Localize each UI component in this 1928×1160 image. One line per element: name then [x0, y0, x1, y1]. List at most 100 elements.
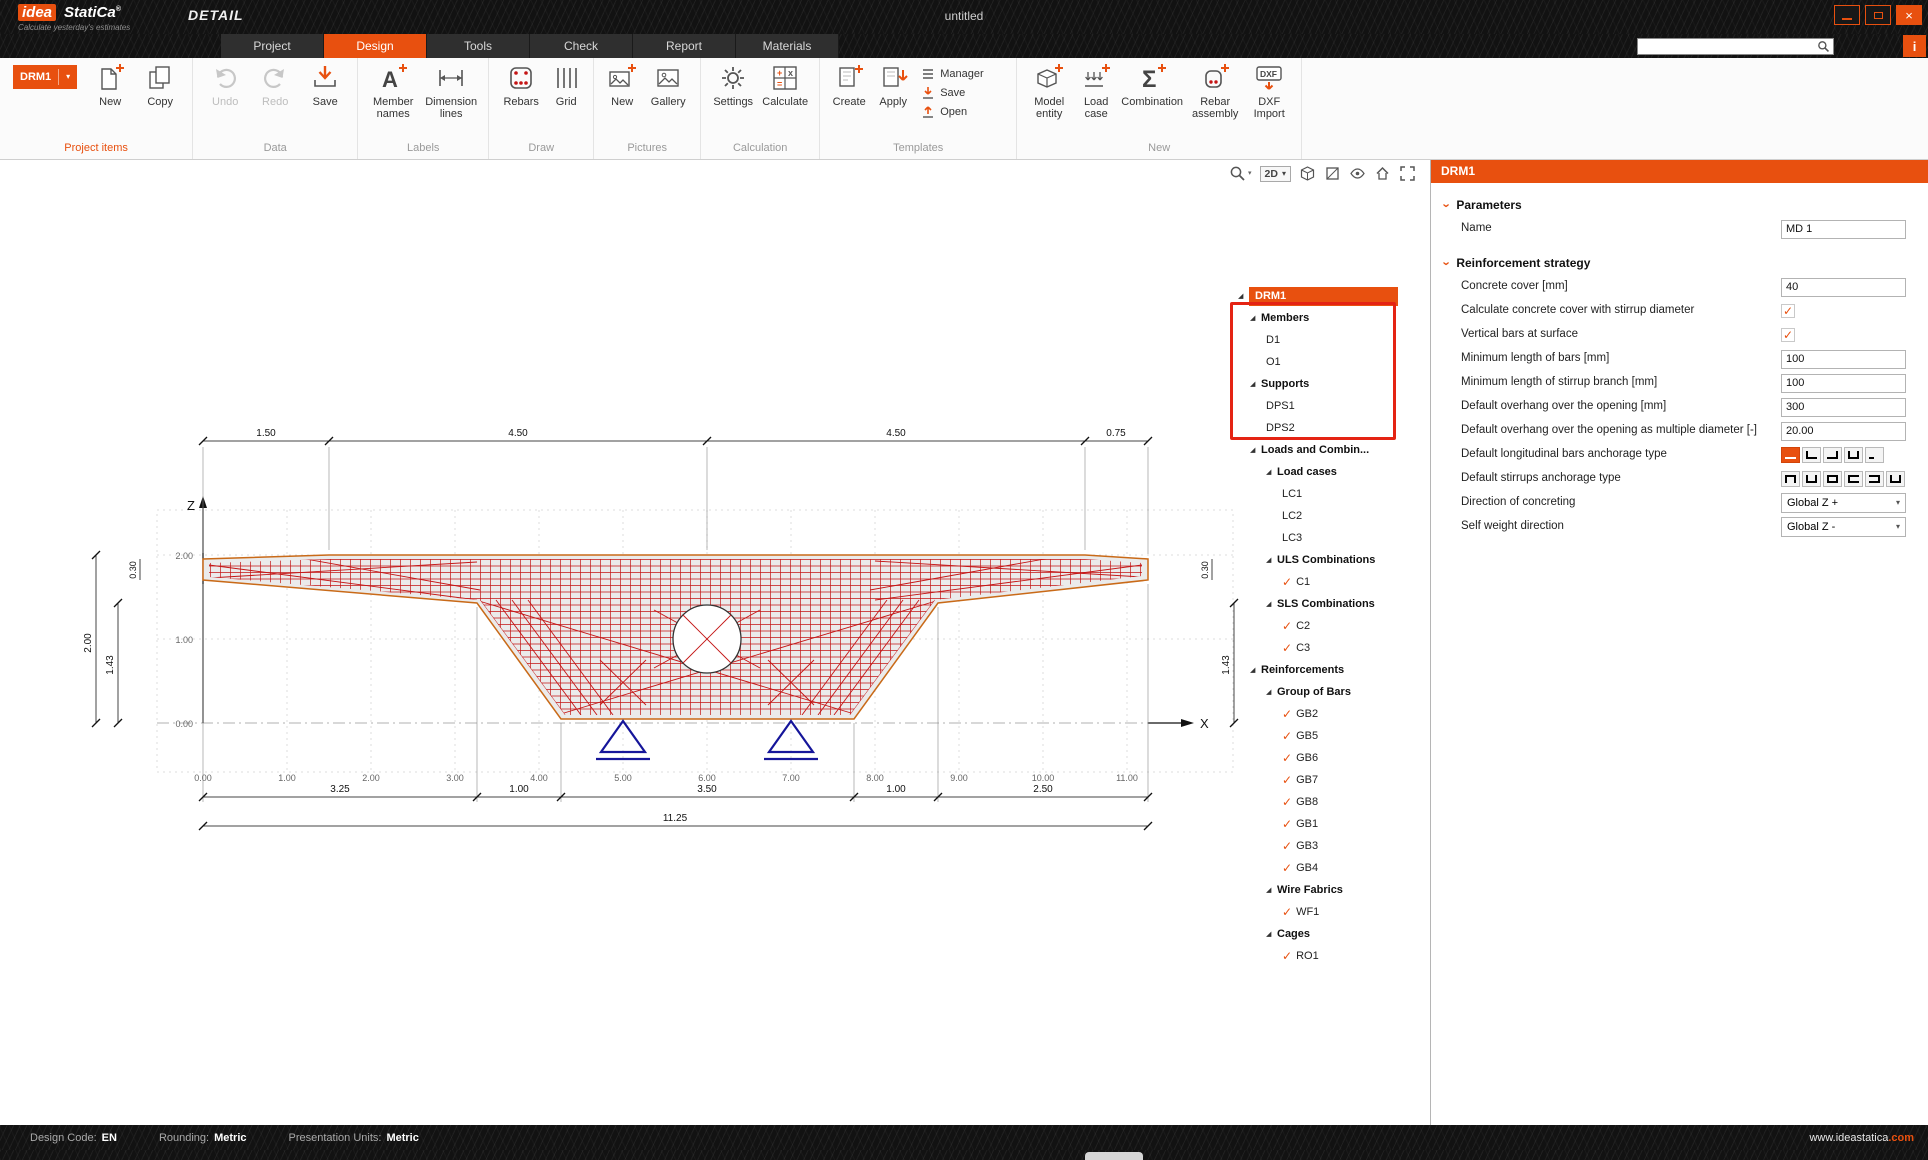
create-template-button[interactable]: Create	[827, 60, 871, 108]
stirrup-open-bottom-button[interactable]	[1802, 471, 1821, 487]
fit-view-button[interactable]	[1374, 165, 1391, 182]
tree-item[interactable]: ✓ GB5	[1238, 725, 1398, 747]
rebars-button[interactable]: Rebars	[496, 60, 546, 108]
website-link[interactable]: www.ideastatica.com	[1809, 1132, 1928, 1144]
checkbox-checked-icon[interactable]: ✓	[1282, 818, 1292, 830]
tree-item[interactable]: ✓ GB4	[1238, 857, 1398, 879]
tree-item[interactable]: ✓ GB3	[1238, 835, 1398, 857]
tab[interactable]: Report	[633, 34, 736, 58]
checkbox-checked-icon[interactable]: ✓	[1282, 576, 1292, 588]
direction-of-concreting-select[interactable]: Global Z + ▾	[1781, 493, 1906, 513]
tree-item[interactable]: ✓ C1	[1238, 571, 1398, 593]
tree-item[interactable]: ◢ Loads and Combin...	[1238, 439, 1398, 461]
maximize-button[interactable]	[1865, 5, 1891, 25]
redo-button[interactable]: Redo	[250, 60, 300, 108]
minimize-button[interactable]	[1834, 5, 1860, 25]
stirrup-open-right-button[interactable]	[1844, 471, 1863, 487]
expand-arrow-icon[interactable]: ◢	[1266, 468, 1277, 476]
checkbox-checked-icon[interactable]: ✓	[1282, 796, 1292, 808]
checkbox-checked-icon[interactable]: ✓	[1282, 752, 1292, 764]
overhang-multiple-field[interactable]	[1781, 422, 1906, 441]
checkbox-checked-icon[interactable]: ✓	[1282, 840, 1292, 852]
search-box[interactable]	[1637, 38, 1834, 55]
tree-item[interactable]: ✓ GB2	[1238, 703, 1398, 725]
dimension-lines-button[interactable]: Dimension lines	[421, 60, 481, 121]
anchorage-straight-button[interactable]	[1781, 447, 1800, 463]
min-length-stirrup-field[interactable]	[1781, 374, 1906, 393]
template-manager-button[interactable]: Manager	[921, 67, 1009, 81]
close-button[interactable]: ×	[1896, 5, 1922, 25]
new-picture-button[interactable]: New	[601, 60, 643, 108]
tree-item[interactable]: DPS1	[1238, 395, 1398, 417]
tree-item[interactable]: ◢ Wire Fabrics	[1238, 879, 1398, 901]
name-field[interactable]	[1781, 220, 1906, 239]
rebar-assembly-button[interactable]: Rebar assembly	[1186, 60, 1244, 121]
checkbox-checked-icon[interactable]: ✓	[1282, 642, 1292, 654]
tree-item[interactable]: ✓ GB1	[1238, 813, 1398, 835]
checkbox-checked-icon[interactable]: ✓	[1282, 774, 1292, 786]
checkbox-checked-icon[interactable]: ✓	[1282, 906, 1292, 918]
tab[interactable]: Tools	[427, 34, 530, 58]
copy-project-item-button[interactable]: Copy	[135, 60, 185, 108]
tree-item[interactable]: DPS2	[1238, 417, 1398, 439]
gallery-button[interactable]: Gallery	[643, 60, 693, 108]
tree-item[interactable]: ✓ GB6	[1238, 747, 1398, 769]
view-2d-dropdown[interactable]: 2D ▾	[1260, 166, 1291, 182]
expand-arrow-icon[interactable]: ◢	[1238, 292, 1249, 300]
front-view-button[interactable]	[1324, 165, 1341, 182]
checkbox-checked-icon[interactable]: ✓	[1282, 708, 1292, 720]
tab[interactable]: Project	[221, 34, 324, 58]
visibility-button[interactable]	[1349, 165, 1366, 182]
overhang-field[interactable]	[1781, 398, 1906, 417]
self-weight-direction-select[interactable]: Global Z - ▾	[1781, 517, 1906, 537]
tree-item[interactable]: ✓ GB8	[1238, 791, 1398, 813]
tree-item[interactable]: ◢ SLS Combinations	[1238, 593, 1398, 615]
stirrup-closed-button[interactable]	[1823, 471, 1842, 487]
info-button[interactable]: i	[1903, 35, 1926, 57]
tree-item[interactable]: ◢ ULS Combinations	[1238, 549, 1398, 571]
expand-arrow-icon[interactable]: ◢	[1266, 886, 1277, 894]
checkbox-checked-icon[interactable]: ✓	[1282, 950, 1292, 962]
active-item-dropdown[interactable]: DRM1 ▾	[13, 65, 77, 89]
tree-item[interactable]: ◢ Group of Bars	[1238, 681, 1398, 703]
dxf-import-button[interactable]: DXF DXF Import	[1244, 60, 1294, 121]
expand-arrow-icon[interactable]: ◢	[1266, 930, 1277, 938]
undo-button[interactable]: Undo	[200, 60, 250, 108]
tree-item[interactable]: ◢ Load cases	[1238, 461, 1398, 483]
new-project-item-button[interactable]: New	[85, 60, 135, 108]
tree-item[interactable]: ✓ WF1	[1238, 901, 1398, 923]
chevron-down-icon[interactable]: ›	[1440, 203, 1455, 207]
stirrup-open-top-button[interactable]	[1781, 471, 1800, 487]
checkbox-checked-icon[interactable]: ✓	[1282, 730, 1292, 742]
anchorage-hook-end-button[interactable]	[1823, 447, 1842, 463]
tab[interactable]: Materials	[736, 34, 839, 58]
tree-item[interactable]: ◢ Reinforcements	[1238, 659, 1398, 681]
tab[interactable]: Check	[530, 34, 633, 58]
vertical-bars-checkbox[interactable]: ✓	[1781, 328, 1795, 342]
expand-arrow-icon[interactable]: ◢	[1266, 688, 1277, 696]
expand-arrow-icon[interactable]: ◢	[1266, 600, 1277, 608]
tree-item[interactable]: ✓ RO1	[1238, 945, 1398, 967]
combination-button[interactable]: Σ Combination	[1118, 60, 1186, 108]
tree-item[interactable]: ◢ Cages	[1238, 923, 1398, 945]
expand-arrow-icon[interactable]: ◢	[1250, 446, 1261, 454]
tree-item[interactable]: LC2	[1238, 505, 1398, 527]
load-case-button[interactable]: Load case	[1074, 60, 1118, 121]
fullscreen-button[interactable]	[1399, 165, 1416, 182]
grid-button[interactable]: Grid	[546, 60, 586, 108]
tree-item[interactable]: ✓ C2	[1238, 615, 1398, 637]
tree-item[interactable]: ◢ Supports	[1238, 373, 1398, 395]
chevron-down-icon[interactable]: ›	[1440, 261, 1455, 265]
tree-item[interactable]: LC3	[1238, 527, 1398, 549]
tree-item[interactable]: LC1	[1238, 483, 1398, 505]
template-open-button[interactable]: Open	[921, 105, 1009, 119]
search-input[interactable]	[1638, 40, 1817, 53]
checkbox-checked-icon[interactable]: ✓	[1282, 862, 1292, 874]
apply-template-button[interactable]: Apply	[871, 60, 915, 108]
expand-arrow-icon[interactable]: ◢	[1250, 666, 1261, 674]
expand-arrow-icon[interactable]: ◢	[1266, 556, 1277, 564]
anchorage-hooks-both-button[interactable]	[1844, 447, 1863, 463]
tree-item[interactable]: ✓ C3	[1238, 637, 1398, 659]
min-length-bars-field[interactable]	[1781, 350, 1906, 369]
anchorage-short-button[interactable]	[1865, 447, 1884, 463]
